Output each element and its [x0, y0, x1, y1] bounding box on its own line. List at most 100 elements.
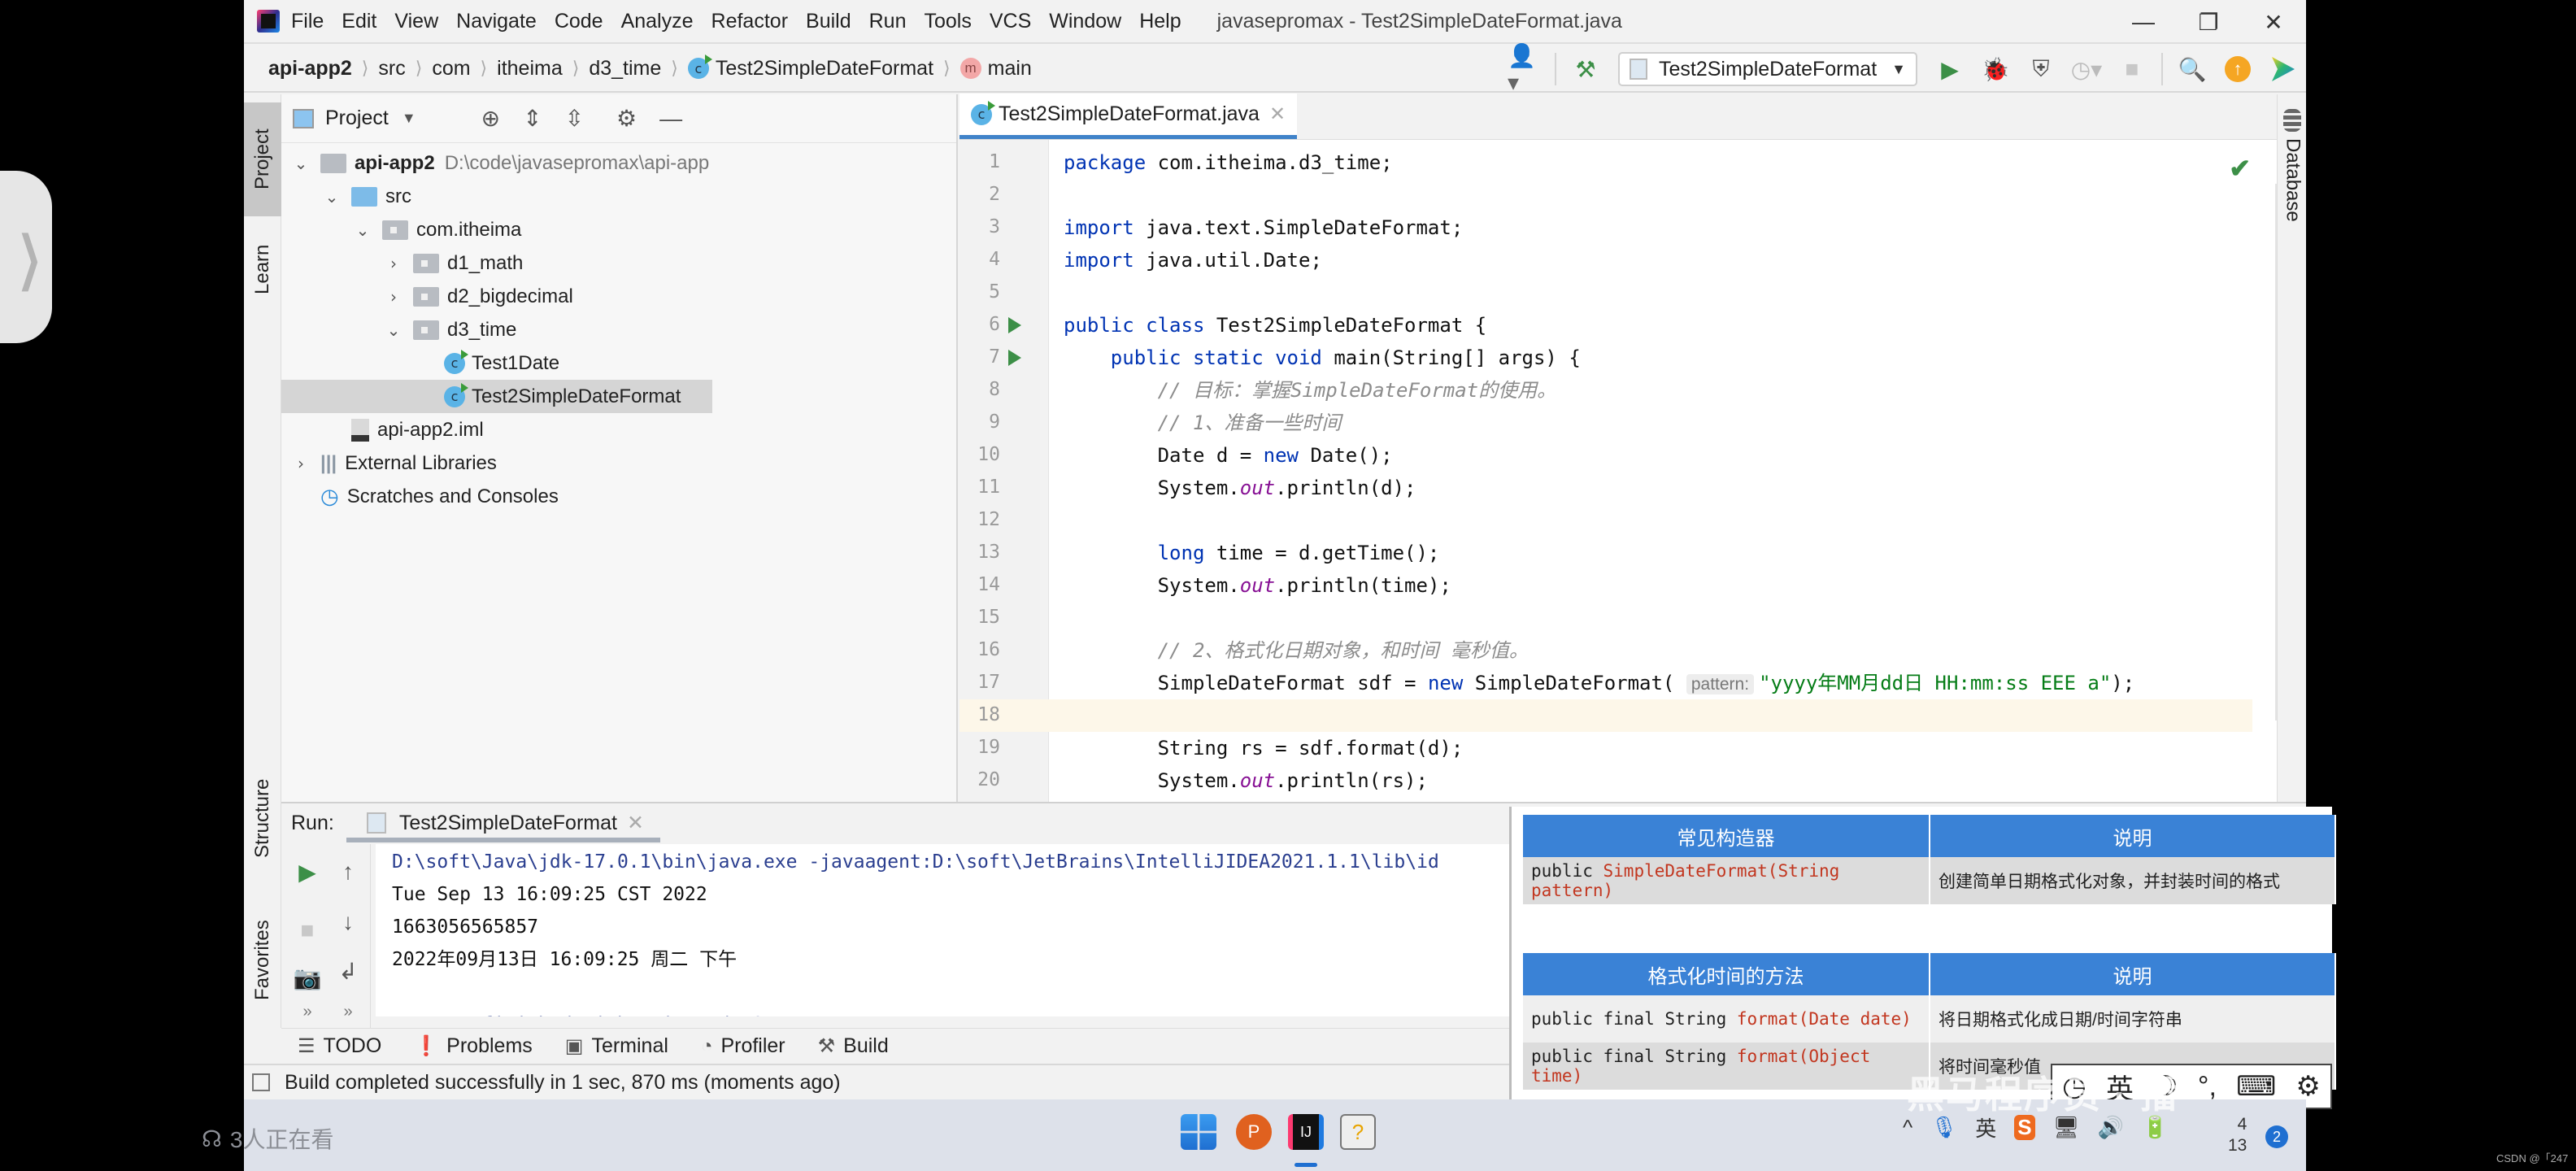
toolbox-icon[interactable]	[2265, 51, 2301, 87]
clock[interactable]: 4 13	[2228, 1114, 2247, 1156]
breadcrumb-item[interactable]: d3_time	[589, 57, 661, 81]
code-line[interactable]: SimpleDateFormat sdf = new SimpleDateFor…	[1049, 667, 2252, 699]
tree-item[interactable]: ⌄ com.itheima	[281, 213, 712, 246]
code-line[interactable]: Date d = new Date();	[1049, 439, 2252, 472]
side-expand-handle[interactable]: ❯	[0, 171, 52, 343]
tool-tab-profiler[interactable]: ◔ Profiler	[701, 1034, 785, 1058]
close-window-button[interactable]: ✕	[2241, 0, 2306, 44]
code-line[interactable]	[1049, 699, 2252, 732]
menu-build[interactable]: Build	[806, 10, 851, 33]
code-line[interactable]: package com.itheima.d3_time;	[1049, 146, 2252, 179]
sogou-icon[interactable]: S	[2014, 1115, 2035, 1140]
tool-tab-favorites[interactable]: Favorites	[244, 899, 281, 1021]
run-configuration-select[interactable]: Test2SimpleDateFormat ▼	[1618, 52, 1917, 86]
notification-badge[interactable]: 2	[2265, 1125, 2288, 1148]
microphone-icon[interactable]: 🎙	[1930, 1115, 1957, 1140]
run-gutter-icon[interactable]	[1008, 350, 1021, 366]
code-line[interactable]: import java.util.Date;	[1049, 244, 2252, 276]
tool-tab-problems[interactable]: ❗ Problems	[414, 1034, 532, 1058]
ime-punctuation-icon[interactable]: °,	[2198, 1071, 2217, 1103]
menu-edit[interactable]: Edit	[342, 10, 376, 33]
breadcrumb-item[interactable]: com	[432, 57, 470, 81]
breadcrumb-item[interactable]: api-app2	[268, 57, 352, 81]
inspection-ok-icon[interactable]: ✔	[2229, 153, 2251, 184]
tree-item[interactable]: ⌄ api-app2 D:\code\javasepromax\api-app	[281, 146, 712, 180]
chevron-right-icon[interactable]: ›	[385, 254, 402, 273]
arrow-down-icon[interactable]: ↓	[330, 904, 366, 940]
tool-tab-terminal[interactable]: ▣ Terminal	[565, 1034, 668, 1058]
code-line[interactable]: // 2、格式化日期对象，和时间 毫秒值。	[1049, 634, 2252, 667]
menu-navigate[interactable]: Navigate	[456, 10, 537, 33]
more-icon[interactable]: »	[330, 994, 366, 1030]
menu-file[interactable]: File	[291, 10, 324, 33]
tree-item[interactable]: › ||| External Libraries	[281, 446, 712, 480]
chevron-down-icon[interactable]: ⌄	[355, 220, 371, 240]
chevron-down-icon[interactable]: ⌄	[324, 187, 340, 207]
gear-icon[interactable]: ⚙	[616, 105, 637, 132]
menu-view[interactable]: View	[394, 10, 438, 33]
tree-item[interactable]: ◷ Scratches and Consoles	[281, 480, 712, 513]
rerun-icon[interactable]: ▶	[289, 854, 325, 890]
menu-help[interactable]: Help	[1139, 10, 1181, 33]
windows-start-icon[interactable]	[1181, 1114, 1216, 1150]
volume-icon[interactable]: 🔊	[2098, 1115, 2124, 1140]
tool-tab-database[interactable]: Database	[2280, 138, 2304, 222]
code-line[interactable]: public static void main(String[] args) {	[1049, 342, 2252, 374]
hide-panel-icon[interactable]: —	[659, 106, 682, 132]
code-line[interactable]: public class Test2SimpleDateFormat {	[1049, 309, 2252, 342]
chevron-down-icon[interactable]: ⌄	[385, 320, 402, 340]
breadcrumb-item[interactable]: src	[378, 57, 405, 81]
status-toggle-icon[interactable]	[252, 1073, 270, 1091]
input-method-icon[interactable]: 英	[1975, 1112, 1996, 1143]
code-line[interactable]: System.out.println(time);	[1049, 569, 2252, 602]
profile-icon[interactable]: ◷▾	[2069, 51, 2104, 87]
breadcrumb-item[interactable]: c Test2SimpleDateFormat	[687, 54, 933, 81]
tool-tab-todo[interactable]: ☰ TODO	[298, 1034, 381, 1058]
tray-overflow-icon[interactable]: ^	[1903, 1115, 1912, 1140]
powerpoint-icon[interactable]: P	[1236, 1114, 1272, 1150]
code-line[interactable]	[1049, 602, 2252, 634]
code-area[interactable]: package com.itheima.d3_time;import java.…	[1049, 140, 2252, 802]
code-line[interactable]: long time = d.getTime();	[1049, 537, 2252, 569]
run-gutter-icon[interactable]	[1008, 317, 1021, 333]
code-line[interactable]	[1049, 504, 2252, 537]
menu-tools[interactable]: Tools	[924, 10, 971, 33]
intellij-taskbar-icon[interactable]: IJ	[1288, 1114, 1324, 1150]
camera-icon[interactable]: 📷	[289, 960, 325, 995]
run-tab[interactable]: Test2SimpleDateFormat ✕	[366, 811, 644, 835]
more-icon[interactable]: »	[289, 994, 325, 1030]
user-icon[interactable]: 👤▾	[1508, 43, 1543, 95]
menu-refactor[interactable]: Refactor	[711, 10, 788, 33]
restore-button[interactable]: ❐	[2176, 0, 2241, 44]
breadcrumb-item[interactable]: itheima	[497, 57, 563, 81]
help-tool-icon[interactable]: ?	[1340, 1114, 1376, 1150]
close-run-tab-icon[interactable]: ✕	[627, 811, 644, 835]
code-line[interactable]: String rs = sdf.format(d);	[1049, 732, 2252, 764]
chevron-right-icon[interactable]: ›	[385, 287, 402, 307]
tree-item[interactable]: api-app2.iml	[281, 413, 712, 446]
collapse-all-icon[interactable]: ⇳	[565, 105, 584, 132]
code-line[interactable]: // 目标：掌握SimpleDateFormat的使用。	[1049, 374, 2252, 407]
breadcrumb-item[interactable]: m main	[959, 57, 1032, 81]
minimize-button[interactable]: —	[2111, 0, 2176, 44]
code-line[interactable]	[1049, 179, 2252, 211]
stop-icon[interactable]: ■	[2114, 51, 2150, 87]
tool-tab-learn[interactable]: Learn	[244, 224, 281, 314]
stop-run-icon[interactable]: ■	[289, 912, 325, 948]
code-line[interactable]	[1049, 276, 2252, 309]
soft-wrap-icon[interactable]: ↲	[330, 953, 366, 989]
arrow-up-icon[interactable]: ↑	[330, 854, 366, 890]
tree-item[interactable]: › d2_bigdecimal	[281, 280, 712, 313]
code-line[interactable]: System.out.println(rs);	[1049, 764, 2252, 797]
tree-item[interactable]: ⌄ d3_time	[281, 313, 712, 346]
tree-item[interactable]: c Test2SimpleDateFormat	[281, 380, 712, 413]
tool-tab-build[interactable]: ⚒ Build	[818, 1034, 889, 1058]
debug-icon[interactable]: 🐞	[1978, 51, 2013, 87]
tree-item[interactable]: › d1_math	[281, 246, 712, 280]
expand-all-icon[interactable]: ⇕	[523, 105, 542, 132]
run-icon[interactable]: ▶	[1932, 51, 1968, 87]
code-line[interactable]: // 1、准备一些时间	[1049, 407, 2252, 439]
chevron-down-icon[interactable]: ▼	[402, 110, 416, 127]
chevron-right-icon[interactable]: ›	[293, 454, 309, 473]
locate-icon[interactable]: ⊕	[481, 105, 500, 132]
